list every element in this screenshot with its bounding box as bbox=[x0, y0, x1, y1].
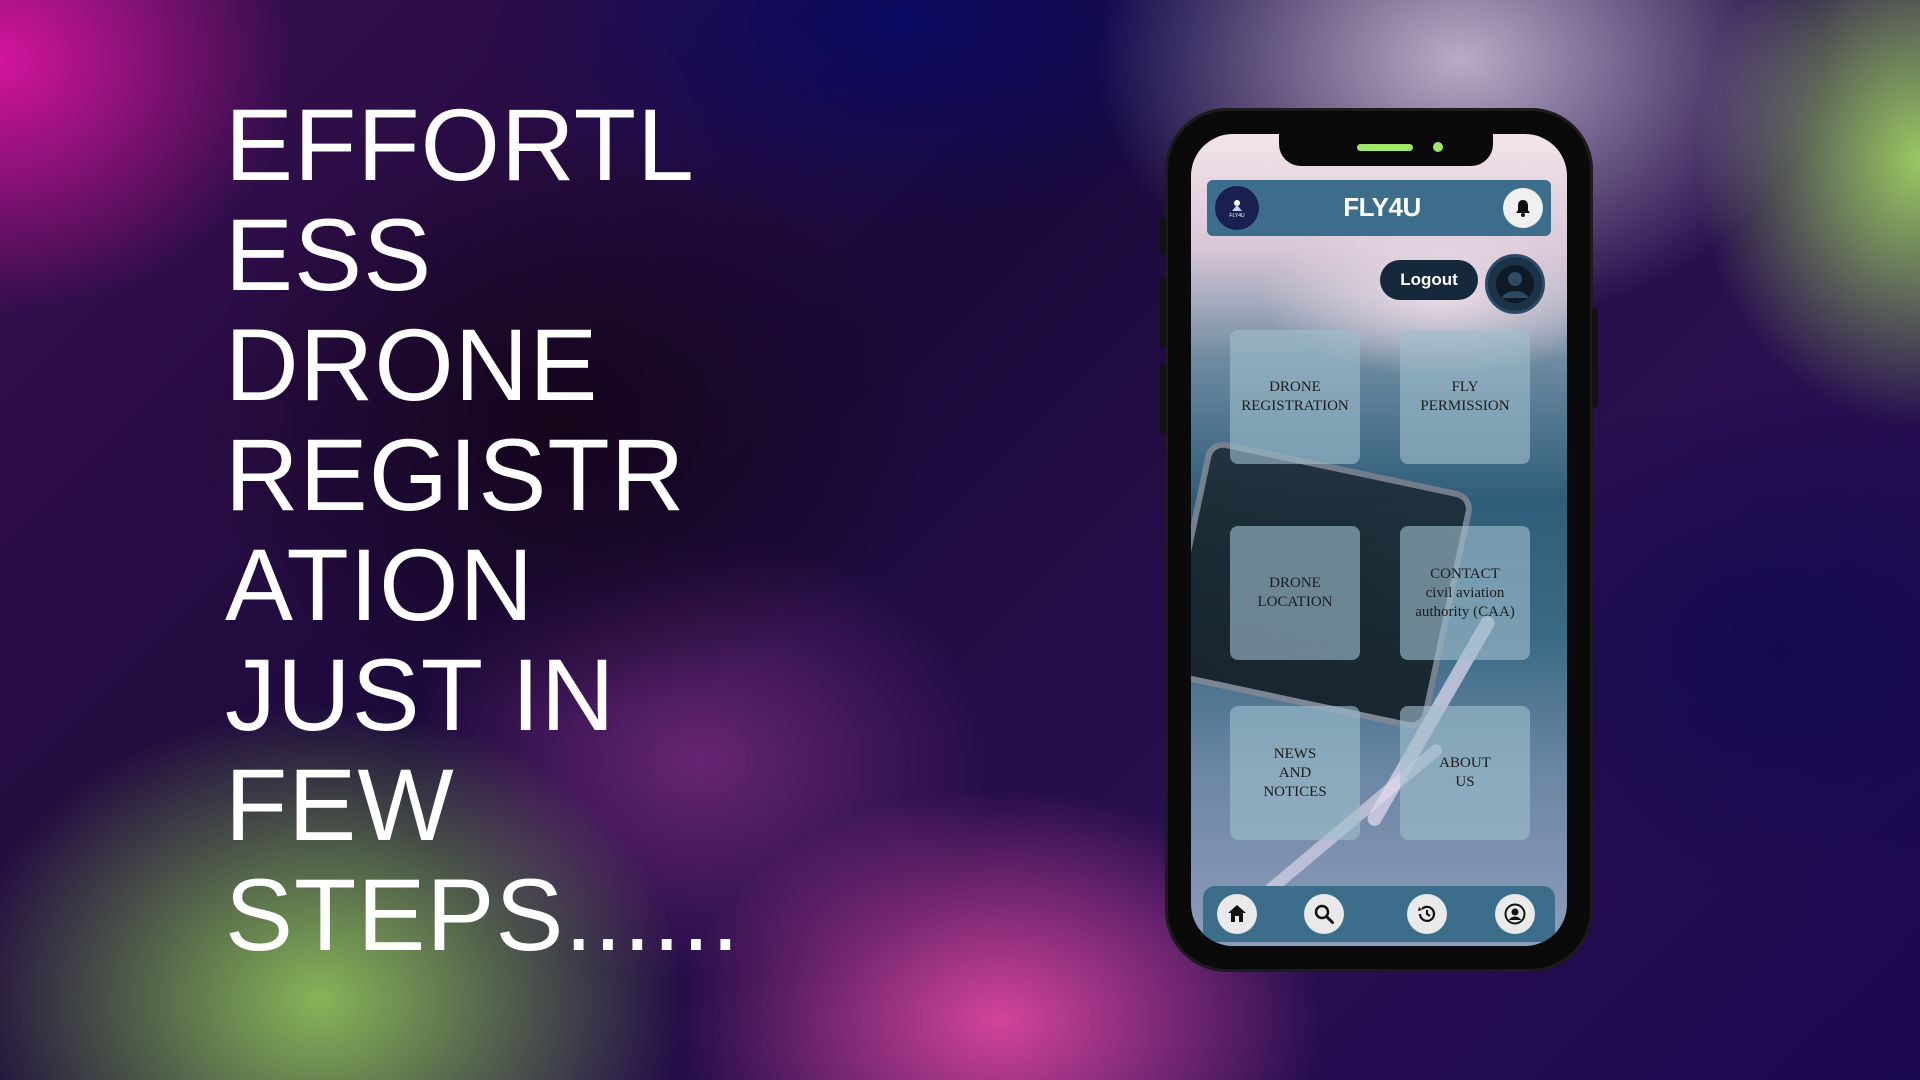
tile-contact-caa[interactable]: CONTACT civil aviation authority (CAA) bbox=[1400, 526, 1530, 660]
notifications-button[interactable] bbox=[1503, 188, 1543, 228]
drone-logo-icon bbox=[1232, 200, 1242, 211]
tile-fly-permission[interactable]: FLY PERMISSION bbox=[1400, 330, 1530, 464]
tile-label: DRONE REGISTRATION bbox=[1241, 379, 1349, 414]
profile-icon bbox=[1504, 903, 1526, 925]
phone-screen: FLY4U FLY4U Logout DRONE REGISTRATION FL… bbox=[1191, 134, 1567, 946]
tile-news-and-notices[interactable]: NEWS AND NOTICES bbox=[1230, 706, 1360, 840]
mute-switch bbox=[1160, 218, 1166, 254]
app-header: FLY4U FLY4U bbox=[1207, 180, 1551, 236]
tile-label: FLY PERMISSION bbox=[1420, 379, 1510, 414]
bottom-nav-bar bbox=[1203, 886, 1555, 942]
tile-label: CONTACT civil aviation authority (CAA) bbox=[1415, 565, 1515, 620]
phone-mockup: FLY4U FLY4U Logout DRONE REGISTRATION FL… bbox=[1160, 108, 1598, 972]
headline: EFFORTL ESS DRONE REGISTR ATION JUST IN … bbox=[225, 88, 741, 972]
tile-about-us[interactable]: ABOUT US bbox=[1400, 706, 1530, 840]
volume-up-button bbox=[1160, 278, 1166, 348]
app-title: FLY4U bbox=[1343, 192, 1421, 222]
nav-search-button[interactable] bbox=[1304, 894, 1344, 934]
speaker-grill bbox=[1357, 144, 1413, 151]
nav-home-button[interactable] bbox=[1217, 894, 1257, 934]
nav-history-button[interactable] bbox=[1407, 894, 1447, 934]
power-button bbox=[1592, 308, 1598, 408]
volume-down-button bbox=[1160, 364, 1166, 434]
tile-drone-registration[interactable]: DRONE REGISTRATION bbox=[1230, 330, 1360, 464]
front-camera bbox=[1433, 142, 1443, 152]
history-icon bbox=[1418, 905, 1436, 922]
phone-notch bbox=[1279, 134, 1493, 166]
home-icon bbox=[1228, 905, 1246, 922]
logout-button[interactable]: Logout bbox=[1380, 260, 1478, 300]
bell-icon bbox=[1516, 200, 1530, 217]
search-icon bbox=[1314, 904, 1334, 924]
tile-label: NEWS AND NOTICES bbox=[1263, 745, 1327, 800]
nav-profile-button[interactable] bbox=[1495, 894, 1535, 934]
tile-label: DRONE LOCATION bbox=[1257, 575, 1333, 610]
profile-avatar-button[interactable] bbox=[1485, 254, 1545, 314]
logo-text: FLY4U bbox=[1229, 213, 1245, 219]
tile-drone-location[interactable]: DRONE LOCATION bbox=[1230, 526, 1360, 660]
user-avatar-icon bbox=[1496, 265, 1534, 303]
tile-label: ABOUT US bbox=[1439, 755, 1491, 790]
app-logo[interactable]: FLY4U bbox=[1215, 186, 1259, 230]
